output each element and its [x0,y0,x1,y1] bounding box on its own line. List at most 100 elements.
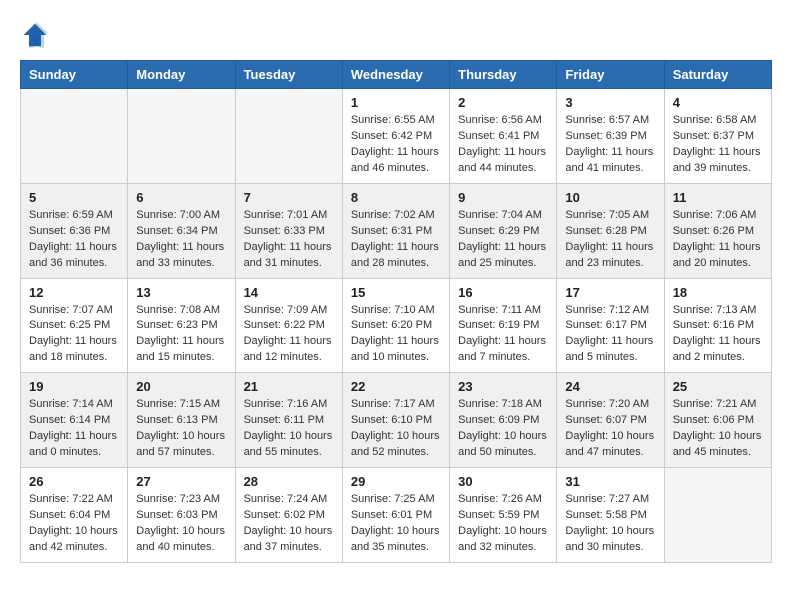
day-info: Sunrise: 7:02 AM Sunset: 6:31 PM Dayligh… [351,208,441,272]
calendar-header-sunday: Sunday [21,61,128,89]
calendar-cell: 25 Sunrise: 7:21 AM Sunset: 6:06 PM Dayli… [664,373,771,468]
day-info: Sunrise: 7:16 AM Sunset: 6:11 PM Dayligh… [244,397,334,461]
day-info: Sunrise: 7:25 AM Sunset: 6:01 PM Dayligh… [351,492,441,556]
day-number: 30 [458,474,548,489]
day-info: Sunrise: 7:11 AM Sunset: 6:19 PM Dayligh… [458,303,548,367]
day-info: Sunrise: 7:27 AM Sunset: 5:58 PM Dayligh… [565,492,655,556]
day-info: Sunrise: 7:06 AM Sunset: 6:26 PM Dayligh… [673,208,763,272]
day-info: Sunrise: 7:17 AM Sunset: 6:10 PM Dayligh… [351,397,441,461]
calendar-cell [664,468,771,563]
calendar-cell: 11 Sunrise: 7:06 AM Sunset: 6:26 PM Dayli… [664,183,771,278]
day-number: 1 [351,95,441,110]
calendar-cell: 13 Sunrise: 7:08 AM Sunset: 6:23 PM Dayli… [128,278,235,373]
calendar-week-5: 26Sunrise: 7:22 AM Sunset: 6:04 PM Dayli… [21,468,772,563]
calendar-cell [235,89,342,184]
calendar-table: SundayMondayTuesdayWednesdayThursdayFrid… [20,60,772,563]
calendar-cell: 21Sunrise: 7:16 AM Sunset: 6:11 PM Dayli… [235,373,342,468]
calendar-cell: 17 Sunrise: 7:12 AM Sunset: 6:17 PM Dayli… [557,278,664,373]
day-number: 4 [673,95,763,110]
day-info: Sunrise: 7:01 AM Sunset: 6:33 PM Dayligh… [244,208,334,272]
calendar-cell: 14 Sunrise: 7:09 AM Sunset: 6:22 PM Dayli… [235,278,342,373]
day-info: Sunrise: 7:18 AM Sunset: 6:09 PM Dayligh… [458,397,548,461]
day-info: Sunrise: 6:55 AM Sunset: 6:42 PM Dayligh… [351,113,441,177]
calendar-cell: 27Sunrise: 7:23 AM Sunset: 6:03 PM Dayli… [128,468,235,563]
day-number: 27 [136,474,226,489]
calendar-header-monday: Monday [128,61,235,89]
calendar-cell: 31 Sunrise: 7:27 AM Sunset: 5:58 PM Dayli… [557,468,664,563]
day-info: Sunrise: 7:14 AM Sunset: 6:14 PM Dayligh… [29,397,119,461]
calendar-cell: 10Sunrise: 7:05 AM Sunset: 6:28 PM Dayli… [557,183,664,278]
day-info: Sunrise: 6:56 AM Sunset: 6:41 PM Dayligh… [458,113,548,177]
calendar-header-saturday: Saturday [664,61,771,89]
day-info: Sunrise: 7:15 AM Sunset: 6:13 PM Dayligh… [136,397,226,461]
day-info: Sunrise: 7:13 AM Sunset: 6:16 PM Dayligh… [673,303,763,367]
calendar-cell: 22 Sunrise: 7:17 AM Sunset: 6:10 PM Dayli… [342,373,449,468]
day-number: 14 [244,285,334,300]
day-number: 12 [29,285,119,300]
day-number: 24 [565,379,655,394]
day-number: 22 [351,379,441,394]
calendar-header-wednesday: Wednesday [342,61,449,89]
calendar-cell [21,89,128,184]
day-number: 23 [458,379,548,394]
day-info: Sunrise: 7:10 AM Sunset: 6:20 PM Dayligh… [351,303,441,367]
logo-icon [20,20,50,50]
day-number: 28 [244,474,334,489]
day-number: 8 [351,190,441,205]
day-number: 20 [136,379,226,394]
calendar-header-row: SundayMondayTuesdayWednesdayThursdayFrid… [21,61,772,89]
day-info: Sunrise: 7:09 AM Sunset: 6:22 PM Dayligh… [244,303,334,367]
day-number: 15 [351,285,441,300]
calendar-cell: 19Sunrise: 7:14 AM Sunset: 6:14 PM Dayli… [21,373,128,468]
calendar-cell: 20 Sunrise: 7:15 AM Sunset: 6:13 PM Dayli… [128,373,235,468]
calendar-cell: 2 Sunrise: 6:56 AM Sunset: 6:41 PM Daylig… [450,89,557,184]
page-header [20,20,772,50]
calendar-cell: 8 Sunrise: 7:02 AM Sunset: 6:31 PM Daylig… [342,183,449,278]
day-number: 3 [565,95,655,110]
calendar-cell: 23 Sunrise: 7:18 AM Sunset: 6:09 PM Dayli… [450,373,557,468]
calendar-cell: 30 Sunrise: 7:26 AM Sunset: 5:59 PM Dayli… [450,468,557,563]
calendar-week-4: 19Sunrise: 7:14 AM Sunset: 6:14 PM Dayli… [21,373,772,468]
day-info: Sunrise: 7:21 AM Sunset: 6:06 PM Dayligh… [673,397,763,461]
calendar-week-2: 5Sunrise: 6:59 AM Sunset: 6:36 PM Daylig… [21,183,772,278]
day-info: Sunrise: 7:00 AM Sunset: 6:34 PM Dayligh… [136,208,226,272]
day-number: 25 [673,379,763,394]
day-number: 31 [565,474,655,489]
day-info: Sunrise: 7:08 AM Sunset: 6:23 PM Dayligh… [136,303,226,367]
day-info: Sunrise: 7:24 AM Sunset: 6:02 PM Dayligh… [244,492,334,556]
logo [20,20,55,50]
calendar-cell: 1 Sunrise: 6:55 AM Sunset: 6:42 PM Daylig… [342,89,449,184]
calendar-cell: 3 Sunrise: 6:57 AM Sunset: 6:39 PM Daylig… [557,89,664,184]
day-number: 18 [673,285,763,300]
day-number: 13 [136,285,226,300]
day-number: 11 [673,190,763,205]
day-info: Sunrise: 7:22 AM Sunset: 6:04 PM Dayligh… [29,492,119,556]
day-number: 17 [565,285,655,300]
day-number: 10 [565,190,655,205]
calendar-week-1: 1 Sunrise: 6:55 AM Sunset: 6:42 PM Daylig… [21,89,772,184]
calendar-cell: 4 Sunrise: 6:58 AM Sunset: 6:37 PM Daylig… [664,89,771,184]
calendar-cell: 18 Sunrise: 7:13 AM Sunset: 6:16 PM Dayli… [664,278,771,373]
calendar-cell: 28 Sunrise: 7:24 AM Sunset: 6:02 PM Dayli… [235,468,342,563]
day-number: 2 [458,95,548,110]
day-number: 16 [458,285,548,300]
day-number: 5 [29,190,119,205]
day-info: Sunrise: 6:57 AM Sunset: 6:39 PM Dayligh… [565,113,655,177]
calendar-cell: 15 Sunrise: 7:10 AM Sunset: 6:20 PM Dayli… [342,278,449,373]
calendar-cell: 5Sunrise: 6:59 AM Sunset: 6:36 PM Daylig… [21,183,128,278]
day-info: Sunrise: 7:04 AM Sunset: 6:29 PM Dayligh… [458,208,548,272]
day-info: Sunrise: 7:07 AM Sunset: 6:25 PM Dayligh… [29,303,119,367]
day-number: 6 [136,190,226,205]
calendar-cell [128,89,235,184]
calendar-header-tuesday: Tuesday [235,61,342,89]
calendar-cell: 29Sunrise: 7:25 AM Sunset: 6:01 PM Dayli… [342,468,449,563]
day-info: Sunrise: 7:12 AM Sunset: 6:17 PM Dayligh… [565,303,655,367]
calendar-header-friday: Friday [557,61,664,89]
day-info: Sunrise: 7:26 AM Sunset: 5:59 PM Dayligh… [458,492,548,556]
day-info: Sunrise: 7:20 AM Sunset: 6:07 PM Dayligh… [565,397,655,461]
calendar-cell: 6 Sunrise: 7:00 AM Sunset: 6:34 PM Daylig… [128,183,235,278]
day-number: 9 [458,190,548,205]
day-info: Sunrise: 6:58 AM Sunset: 6:37 PM Dayligh… [673,113,763,177]
calendar-cell: 7Sunrise: 7:01 AM Sunset: 6:33 PM Daylig… [235,183,342,278]
calendar-week-3: 12 Sunrise: 7:07 AM Sunset: 6:25 PM Dayli… [21,278,772,373]
